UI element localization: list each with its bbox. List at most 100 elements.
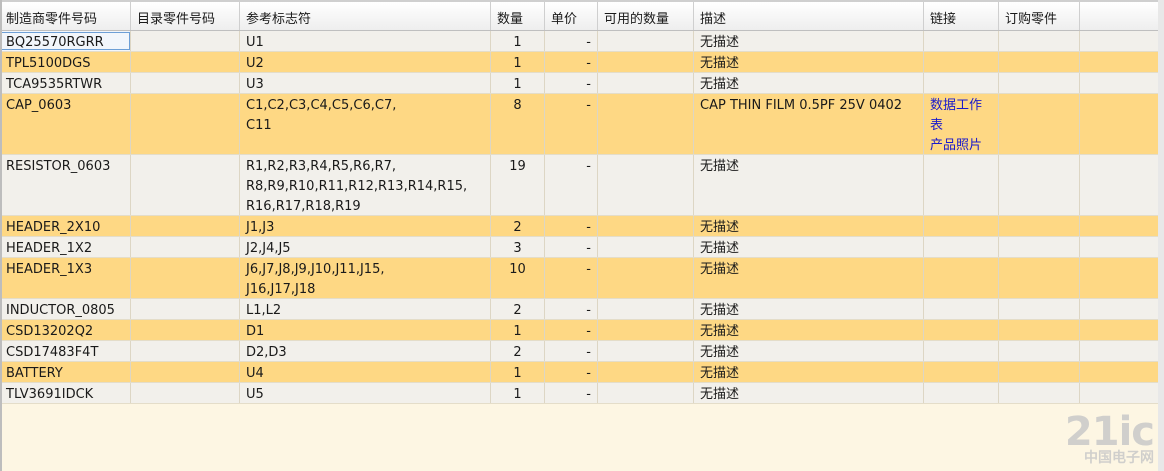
cell-refdes[interactable]: U5 [240,383,491,403]
doc-link[interactable]: 数据工作表 [930,96,992,136]
cell-mpn[interactable]: RESISTOR_0603 [0,155,131,215]
cell-filler[interactable] [1080,299,1164,319]
cell-available[interactable] [598,320,694,340]
cell-price[interactable]: - [545,320,598,340]
cell-price[interactable]: - [545,94,598,154]
cell-catalog[interactable] [131,299,240,319]
cell-filler[interactable] [1080,258,1164,298]
cell-description[interactable]: 无描述 [694,320,924,340]
cell-price[interactable]: - [545,383,598,403]
cell-order[interactable] [999,341,1080,361]
table-row[interactable]: INDUCTOR_0805 L1,L2 2- 无描述 [0,299,1164,320]
table-row[interactable]: CSD17483F4T D2,D3 2- 无描述 [0,341,1164,362]
cell-catalog[interactable] [131,94,240,154]
table-row[interactable]: CAP_0603 C1,C2,C3,C4,C5,C6,C7, C11 8- CAP TH… [0,94,1164,155]
cell-mpn[interactable]: HEADER_2X10 [0,216,131,236]
col-header-price[interactable]: 单价 [545,2,598,30]
cell-qty[interactable]: 1 [491,31,545,51]
cell-order[interactable] [999,94,1080,154]
table-row[interactable]: BQ25570RGRR U1 1- 无描述 [0,31,1164,52]
col-header-refdes[interactable]: 参考标志符 [240,2,491,30]
cell-mpn[interactable]: HEADER_1X3 [0,258,131,298]
cell-mpn[interactable]: TLV3691IDCK [0,383,131,403]
cell-filler[interactable] [1080,383,1164,403]
cell-filler[interactable] [1080,73,1164,93]
cell-available[interactable] [598,299,694,319]
cell-refdes[interactable]: C1,C2,C3,C4,C5,C6,C7, C11 [240,94,491,154]
cell-filler[interactable] [1080,362,1164,382]
cell-order[interactable] [999,258,1080,298]
cell-catalog[interactable] [131,320,240,340]
cell-order[interactable] [999,320,1080,340]
cell-links[interactable] [924,52,999,72]
cell-description[interactable]: 无描述 [694,73,924,93]
doc-link[interactable]: 产品照片 [930,136,992,154]
cell-refdes[interactable]: J6,J7,J8,J9,J10,J11,J15, J16,J17,J18 [240,258,491,298]
cell-links[interactable] [924,216,999,236]
cell-qty[interactable]: 8 [491,94,545,154]
col-header-order[interactable]: 订购零件 [999,2,1080,30]
cell-available[interactable] [598,94,694,154]
cell-links[interactable] [924,155,999,215]
col-header-available[interactable]: 可用的数量 [598,2,694,30]
table-row[interactable]: TCA9535RTWR U3 1- 无描述 [0,73,1164,94]
table-row[interactable]: HEADER_1X2 J2,J4,J5 3- 无描述 [0,237,1164,258]
table-row[interactable]: BATTERY U4 1- 无描述 [0,362,1164,383]
cell-price[interactable]: - [545,258,598,298]
cell-price[interactable]: - [545,362,598,382]
cell-description[interactable]: 无描述 [694,299,924,319]
cell-order[interactable] [999,237,1080,257]
cell-order[interactable] [999,73,1080,93]
cell-links[interactable] [924,362,999,382]
cell-refdes[interactable]: R1,R2,R3,R4,R5,R6,R7, R8,R9,R10,R11,R12,R… [240,155,491,215]
cell-qty[interactable]: 1 [491,320,545,340]
table-row[interactable]: HEADER_1X3 J6,J7,J8,J9,J10,J11,J15, J16,J1… [0,258,1164,299]
cell-description[interactable]: 无描述 [694,216,924,236]
cell-available[interactable] [598,52,694,72]
cell-qty[interactable]: 3 [491,237,545,257]
cell-order[interactable] [999,216,1080,236]
cell-order[interactable] [999,383,1080,403]
cell-description[interactable]: 无描述 [694,237,924,257]
cell-refdes[interactable]: U4 [240,362,491,382]
vertical-scrollbar[interactable] [1158,0,1164,471]
cell-available[interactable] [598,383,694,403]
cell-catalog[interactable] [131,155,240,215]
cell-catalog[interactable] [131,258,240,298]
cell-filler[interactable] [1080,94,1164,154]
cell-available[interactable] [598,237,694,257]
cell-available[interactable] [598,73,694,93]
cell-links[interactable] [924,383,999,403]
cell-qty[interactable]: 1 [491,362,545,382]
cell-qty[interactable]: 1 [491,73,545,93]
cell-price[interactable]: - [545,73,598,93]
cell-links[interactable] [924,299,999,319]
cell-filler[interactable] [1080,52,1164,72]
cell-price[interactable]: - [545,31,598,51]
cell-qty[interactable]: 2 [491,299,545,319]
cell-available[interactable] [598,258,694,298]
cell-filler[interactable] [1080,237,1164,257]
cell-refdes[interactable]: U1 [240,31,491,51]
cell-price[interactable]: - [545,52,598,72]
cell-description[interactable]: 无描述 [694,258,924,298]
table-row[interactable]: HEADER_2X10 J1,J3 2- 无描述 [0,216,1164,237]
cell-available[interactable] [598,155,694,215]
cell-refdes[interactable]: D1 [240,320,491,340]
cell-order[interactable] [999,31,1080,51]
cell-catalog[interactable] [131,237,240,257]
cell-catalog[interactable] [131,31,240,51]
cell-mpn[interactable]: TPL5100DGS [0,52,131,72]
cell-price[interactable]: - [545,299,598,319]
table-row[interactable]: RESISTOR_0603 R1,R2,R3,R4,R5,R6,R7, R8,R9,… [0,155,1164,216]
table-row[interactable]: TLV3691IDCK U5 1- 无描述 [0,383,1164,404]
cell-qty[interactable]: 1 [491,383,545,403]
cell-description[interactable]: CAP THIN FILM 0.5PF 25V 0402 [694,94,924,154]
cell-price[interactable]: - [545,237,598,257]
cell-filler[interactable] [1080,320,1164,340]
col-header-qty[interactable]: 数量 [491,2,545,30]
cell-links[interactable] [924,73,999,93]
cell-filler[interactable] [1080,155,1164,215]
cell-order[interactable] [999,155,1080,215]
cell-mpn[interactable]: HEADER_1X2 [0,237,131,257]
